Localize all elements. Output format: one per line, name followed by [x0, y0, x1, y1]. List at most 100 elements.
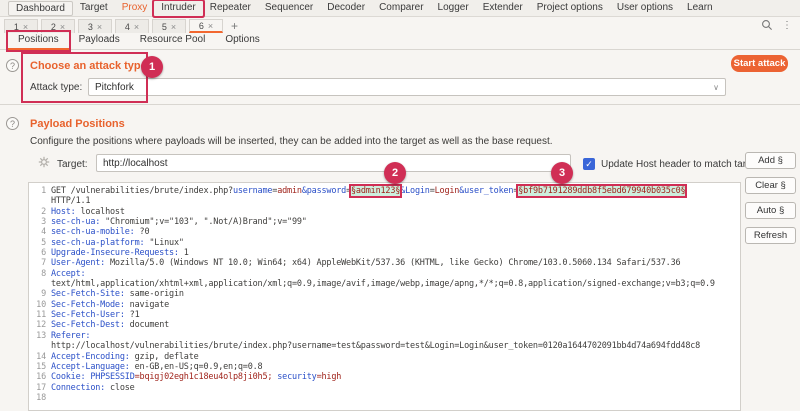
request-line: 13Referer: [29, 331, 740, 341]
subtab-positions[interactable]: Positions [8, 32, 69, 50]
line-content: Referer: [46, 331, 90, 341]
line-content: Accept: [46, 269, 85, 279]
line-number: 4 [29, 227, 46, 237]
target-input[interactable] [96, 154, 571, 172]
button-add-section[interactable]: Add § [745, 152, 796, 169]
close-tab-icon[interactable]: × [134, 22, 139, 32]
attack-tab-5[interactable]: 5× [152, 19, 186, 33]
attack-tab-1[interactable]: 1× [4, 19, 38, 33]
menu-item-user-options[interactable]: User options [610, 1, 680, 16]
subtab-options[interactable]: Options [215, 32, 269, 50]
request-line: 3sec-ch-ua: "Chromium";v="103", ".Not/A)… [29, 217, 740, 227]
close-tab-icon[interactable]: × [60, 22, 65, 32]
request-text: 1 [179, 248, 189, 258]
line-content: Upgrade-Insecure-Requests: 1 [46, 248, 189, 258]
request-text: Login [435, 186, 460, 196]
button-clear-section[interactable]: Clear § [745, 177, 796, 194]
request-editor[interactable]: 1GET /vulnerabilities/brute/index.php?us… [28, 182, 741, 411]
menu-item-extender[interactable]: Extender [476, 1, 530, 16]
request-text: gzip, deflate [130, 352, 199, 362]
request-text: "Chromium";v="103", ".Not/A)Brand";v="99… [100, 217, 307, 227]
section-divider [0, 104, 800, 105]
line-content: http://localhost/vulnerabilities/brute/i… [46, 341, 700, 351]
close-tab-icon[interactable]: × [23, 22, 28, 32]
close-tab-icon[interactable]: × [97, 22, 102, 32]
update-host-checkbox[interactable]: ✓ [583, 158, 595, 170]
attack-tab-number: 2 [51, 22, 56, 32]
menu-item-proxy[interactable]: Proxy [115, 1, 155, 16]
line-number: 1 [29, 186, 46, 196]
request-text: ?1 [125, 310, 140, 320]
menu-items: DashboardTargetProxyIntruderRepeaterSequ… [8, 1, 720, 16]
attack-tab-number: 1 [14, 22, 19, 32]
help-icon[interactable]: ? [6, 117, 19, 130]
payload-position-marker: §bf9b7191289ddb8f5ebd679940b035c0§ [518, 186, 685, 196]
attack-tabs: 1×2×3×4×5×6× [4, 19, 226, 33]
close-tab-icon[interactable]: × [208, 21, 213, 31]
chevron-down-icon: ∨ [713, 83, 719, 92]
request-text: user_token [464, 186, 513, 196]
attack-tab-4[interactable]: 4× [115, 19, 149, 33]
attack-tab-6[interactable]: 6× [189, 19, 223, 33]
subtab-items: PositionsPayloadsResource PoolOptions [8, 32, 270, 50]
menu-item-sequencer[interactable]: Sequencer [258, 1, 320, 16]
menu-item-dashboard[interactable]: Dashboard [8, 1, 73, 16]
attack-tab-number: 5 [162, 22, 167, 32]
menu-item-intruder[interactable]: Intruder [154, 1, 202, 16]
request-text: User-Agent: [51, 258, 105, 268]
close-tab-icon[interactable]: × [171, 22, 176, 32]
menu-item-comparer[interactable]: Comparer [372, 1, 430, 16]
attack-type-select[interactable]: Pitchfork ∨ [88, 78, 726, 96]
menu-item-learn[interactable]: Learn [680, 1, 720, 16]
search-icon[interactable] [761, 19, 773, 31]
subtab-resource-pool[interactable]: Resource Pool [130, 32, 216, 50]
request-text: Cookie: [51, 372, 85, 382]
request-text: Accept-Language: [51, 362, 130, 372]
request-text: =bqigj02egh1c18eu4olp8ji0h5; [135, 372, 273, 382]
help-icon[interactable]: ? [6, 59, 19, 72]
target-label: Target: [57, 159, 88, 170]
button-auto-section[interactable]: Auto § [745, 202, 796, 219]
attack-tab-3[interactable]: 3× [78, 19, 112, 33]
line-content: Sec-Fetch-User: ?1 [46, 310, 140, 320]
line-number [29, 279, 46, 289]
annotation-badge-2: 2 [384, 162, 406, 184]
line-number: 11 [29, 310, 46, 320]
menu-item-project-options[interactable]: Project options [530, 1, 610, 16]
line-number: 5 [29, 238, 46, 248]
line-content: Sec-Fetch-Mode: navigate [46, 300, 169, 310]
menu-item-target[interactable]: Target [73, 1, 115, 16]
menu-item-logger[interactable]: Logger [431, 1, 476, 16]
request-text: navigate [125, 300, 169, 310]
request-text: Sec-Fetch-Dest: [51, 320, 125, 330]
line-number: 6 [29, 248, 46, 258]
button-refresh[interactable]: Refresh [745, 227, 796, 244]
attack-type-value: Pitchfork [95, 82, 134, 93]
menu-item-decoder[interactable]: Decoder [320, 1, 372, 16]
intruder-subtab-bar: PositionsPayloadsResource PoolOptions [0, 33, 800, 50]
request-line: 7User-Agent: Mozilla/5.0 (Windows NT 10.… [29, 258, 740, 268]
line-content: sec-ch-ua-platform: "Linux" [46, 238, 184, 248]
menu-item-repeater[interactable]: Repeater [203, 1, 258, 16]
line-content: Sec-Fetch-Site: same-origin [46, 289, 184, 299]
line-number: 15 [29, 362, 46, 372]
request-text: sec-ch-ua-platform: [51, 238, 144, 248]
subtab-payloads[interactable]: Payloads [69, 32, 130, 50]
attack-tab-bar: 1×2×3×4×5×6× + ⋮ [0, 18, 800, 33]
line-number: 17 [29, 383, 46, 393]
request-line: text/html,application/xhtml+xml,applicat… [29, 279, 740, 289]
start-attack-button[interactable]: Start attack [731, 55, 788, 72]
request-line: 17Connection: close [29, 383, 740, 393]
request-text: username [233, 186, 272, 196]
new-attack-tab-button[interactable]: + [231, 19, 238, 33]
request-text: text/html,application/xhtml+xml,applicat… [51, 279, 715, 289]
line-content: HTTP/1.1 [46, 196, 90, 206]
request-text: Referer: [51, 331, 90, 341]
main-menu-bar: DashboardTargetProxyIntruderRepeaterSequ… [0, 0, 800, 17]
request-line: 16Cookie: PHPSESSID=bqigj02egh1c18eu4olp… [29, 372, 740, 382]
request-text: same-origin [125, 289, 184, 299]
settings-dots-icon[interactable]: ⋮ [782, 20, 792, 31]
attack-tab-2[interactable]: 2× [41, 19, 75, 33]
request-text: Host: [51, 207, 76, 217]
gear-icon[interactable] [38, 156, 50, 168]
